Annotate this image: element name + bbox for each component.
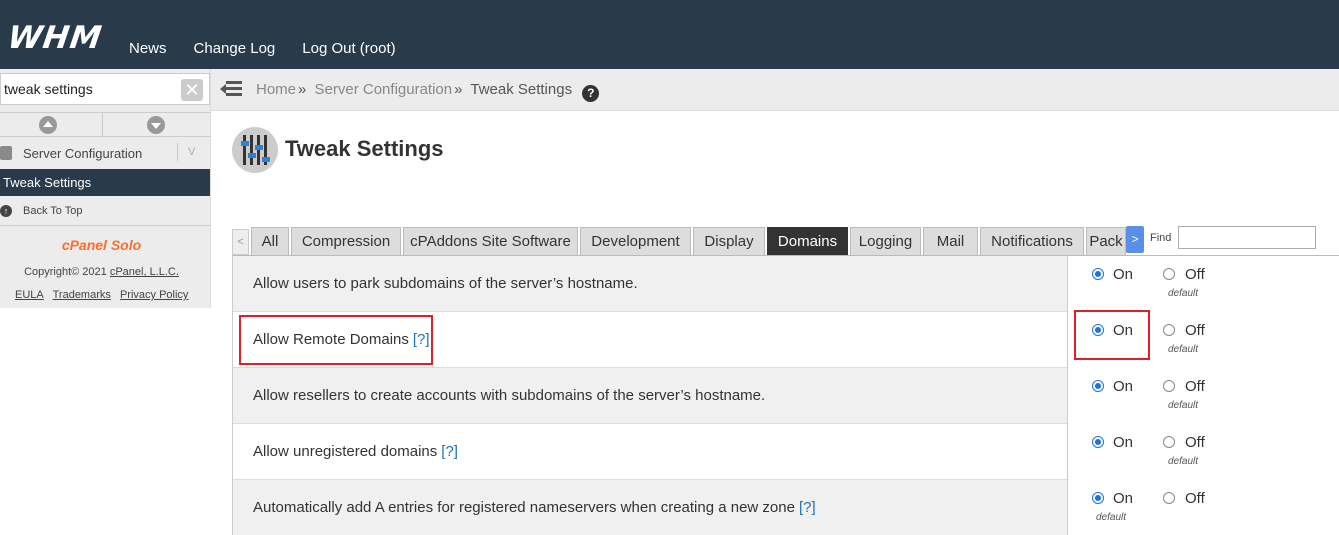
settings-table: Allow users to park subdomains of the se… bbox=[232, 255, 1339, 535]
default-note: default bbox=[1168, 288, 1199, 299]
tabs-scroll-right-button[interactable]: > bbox=[1126, 226, 1144, 253]
setting-label: Allow users to park subdomains of the se… bbox=[253, 275, 638, 292]
server-icon bbox=[0, 146, 12, 160]
tab-display[interactable]: Display bbox=[693, 227, 765, 255]
arrow-up-icon: ↑ bbox=[0, 205, 12, 217]
tab-notifications[interactable]: Notifications bbox=[980, 227, 1084, 255]
sidebar: ✕ Server Configuration V Tweak Settings … bbox=[0, 69, 211, 308]
setting-options: On Off default bbox=[1067, 256, 1339, 312]
sidebar-section-server-configuration[interactable]: Server Configuration V bbox=[0, 138, 210, 169]
highlight-box-setting bbox=[239, 315, 433, 365]
tab-domains[interactable]: Domains bbox=[767, 227, 848, 255]
tab-compression[interactable]: Compression bbox=[291, 227, 401, 255]
breadcrumb-separator: » bbox=[298, 81, 307, 98]
default-note: default bbox=[1168, 456, 1199, 467]
radio-off[interactable] bbox=[1163, 324, 1175, 336]
cpanel-solo-logo: cPanel Solo bbox=[61, 237, 142, 253]
radio-on[interactable] bbox=[1092, 492, 1104, 504]
radio-on-label: On bbox=[1113, 378, 1134, 395]
nav-change-log-link[interactable]: Change Log bbox=[194, 40, 276, 57]
help-link[interactable]: [?] bbox=[441, 443, 458, 460]
tab-logging[interactable]: Logging bbox=[850, 227, 921, 255]
whm-logo[interactable]: WHM bbox=[5, 20, 104, 56]
cpanel-link[interactable]: cPanel, L.L.C. bbox=[110, 266, 179, 278]
tab-cpaddons-site-software[interactable]: cPAddons Site Software bbox=[403, 227, 578, 255]
sidebar-section-label: Server Configuration bbox=[23, 146, 143, 161]
setting-options: On Off default bbox=[1067, 368, 1339, 424]
back-to-top-label: Back To Top bbox=[23, 205, 83, 217]
setting-options: On Off default bbox=[1067, 424, 1339, 480]
expand-all-icon[interactable] bbox=[147, 116, 165, 134]
search-input[interactable] bbox=[1, 74, 176, 104]
nav-logout-link[interactable]: Log Out (root) bbox=[302, 40, 395, 57]
top-nav: News Change Log Log Out (root) bbox=[129, 40, 423, 57]
breadcrumb-current: Tweak Settings bbox=[470, 81, 573, 98]
radio-off[interactable] bbox=[1163, 436, 1175, 448]
table-row: Automatically add A entries for register… bbox=[233, 480, 1339, 535]
tweak-settings-icon bbox=[232, 127, 278, 173]
setting-label: Allow resellers to create accounts with … bbox=[253, 387, 766, 404]
sidebar-search: ✕ bbox=[0, 73, 210, 105]
default-note: default bbox=[1168, 400, 1199, 411]
radio-off[interactable] bbox=[1163, 380, 1175, 392]
breadcrumb-separator: » bbox=[454, 81, 463, 98]
table-row: Allow resellers to create accounts with … bbox=[233, 368, 1339, 424]
find-label: Find bbox=[1150, 232, 1172, 244]
breadcrumb-bar: Home» Server Configuration» Tweak Settin… bbox=[211, 69, 1339, 111]
tab-packages[interactable]: Pack bbox=[1086, 227, 1126, 255]
copyright-text: Copyright© 2021 bbox=[24, 266, 110, 278]
tabs-scroll-left-button[interactable]: < bbox=[232, 229, 249, 255]
table-row: Allow users to park subdomains of the se… bbox=[233, 256, 1339, 312]
setting-options: On Off default bbox=[1067, 480, 1339, 535]
radio-off-label: Off bbox=[1185, 266, 1205, 283]
radio-on-label: On bbox=[1113, 490, 1134, 507]
trademarks-link[interactable]: Trademarks bbox=[53, 289, 111, 301]
category-tabs: < All Compression cPAddons Site Software… bbox=[232, 227, 1144, 255]
radio-on-label: On bbox=[1113, 266, 1134, 283]
default-note: default bbox=[1096, 512, 1127, 523]
default-note: default bbox=[1168, 344, 1199, 355]
help-link[interactable]: [?] bbox=[799, 499, 816, 516]
eula-link[interactable]: EULA bbox=[15, 289, 44, 301]
clear-search-icon[interactable]: ✕ bbox=[181, 79, 203, 101]
breadcrumb-server-configuration[interactable]: Server Configuration bbox=[315, 81, 453, 98]
privacy-policy-link[interactable]: Privacy Policy bbox=[120, 289, 188, 301]
divider bbox=[102, 113, 103, 137]
highlight-box-radio bbox=[1074, 310, 1150, 360]
radio-on[interactable] bbox=[1092, 380, 1104, 392]
breadcrumb: Home» Server Configuration» Tweak Settin… bbox=[256, 81, 600, 102]
top-header: WHM News Change Log Log Out (root) bbox=[0, 0, 1339, 69]
setting-label: Automatically add A entries for register… bbox=[253, 499, 816, 516]
tab-mail[interactable]: Mail bbox=[923, 227, 978, 255]
tab-development[interactable]: Development bbox=[580, 227, 691, 255]
collapse-controls bbox=[0, 112, 210, 137]
radio-off[interactable] bbox=[1163, 492, 1175, 504]
collapse-all-icon[interactable] bbox=[39, 116, 57, 134]
radio-on[interactable] bbox=[1092, 268, 1104, 280]
breadcrumb-home[interactable]: Home bbox=[256, 81, 296, 98]
radio-off-label: Off bbox=[1185, 378, 1205, 395]
chevron-down-icon[interactable]: V bbox=[177, 143, 195, 161]
radio-off-label: Off bbox=[1185, 434, 1205, 451]
find-input[interactable] bbox=[1178, 226, 1316, 249]
back-to-top[interactable]: ↑ Back To Top bbox=[0, 197, 210, 226]
tab-all[interactable]: All bbox=[251, 227, 289, 255]
copyright: Copyright© 2021 cPanel, L.L.C. bbox=[0, 266, 203, 278]
radio-on[interactable] bbox=[1092, 436, 1104, 448]
setting-label: Allow unregistered domains [?] bbox=[253, 443, 458, 460]
radio-off-label: Off bbox=[1185, 490, 1205, 507]
radio-off-label: Off bbox=[1185, 322, 1205, 339]
menu-toggle-icon[interactable] bbox=[220, 80, 242, 98]
help-icon[interactable]: ? bbox=[582, 85, 600, 102]
radio-on-label: On bbox=[1113, 434, 1134, 451]
table-row: Allow unregistered domains [?] On Off def… bbox=[233, 424, 1339, 480]
nav-news-link[interactable]: News bbox=[129, 40, 167, 57]
legal-links: EULA Trademarks Privacy Policy bbox=[15, 289, 194, 301]
sidebar-item-tweak-settings[interactable]: Tweak Settings bbox=[0, 169, 210, 196]
page-title: Tweak Settings bbox=[285, 136, 444, 161]
radio-off[interactable] bbox=[1163, 268, 1175, 280]
